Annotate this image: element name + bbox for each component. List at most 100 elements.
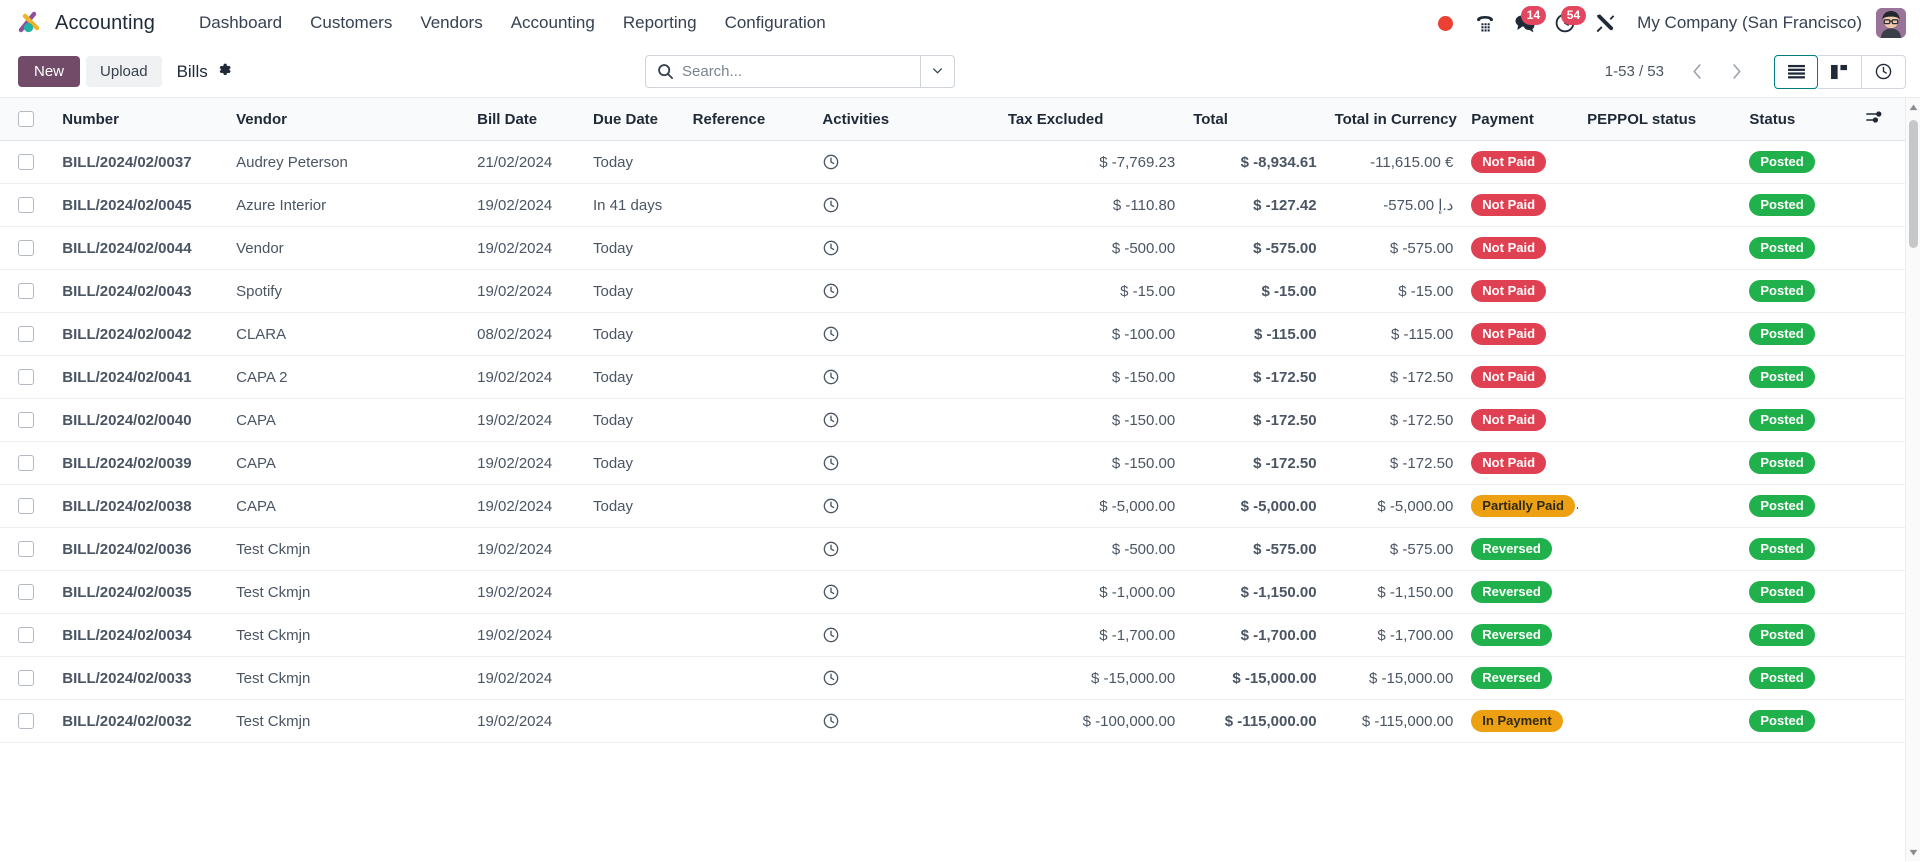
row-select-cell[interactable]: [0, 226, 54, 270]
row-checkbox[interactable]: [18, 713, 34, 729]
cell-activities[interactable]: [813, 269, 999, 313]
column-header-vendor[interactable]: Vendor: [227, 98, 469, 141]
row-checkbox[interactable]: [18, 455, 34, 471]
gear-icon[interactable]: [217, 62, 232, 82]
upload-button[interactable]: Upload: [86, 56, 162, 87]
activity-clock-icon[interactable]: [822, 282, 989, 300]
row-select-cell[interactable]: [0, 527, 54, 571]
activity-clock-icon[interactable]: [822, 583, 989, 601]
scrollbar-thumb[interactable]: [1909, 120, 1918, 248]
activities-icon[interactable]: 54: [1545, 4, 1587, 42]
column-header-number[interactable]: Number: [53, 98, 228, 141]
menu-item-customers[interactable]: Customers: [296, 7, 406, 39]
new-button[interactable]: New: [18, 56, 81, 87]
row-select-cell[interactable]: [0, 269, 54, 313]
activity-clock-icon[interactable]: [822, 454, 989, 472]
table-row[interactable]: BILL/2024/02/0033 Test Ckmjn 19/02/2024 $ -…: [0, 656, 1912, 700]
column-header-activities[interactable]: Activities: [813, 98, 999, 141]
row-select-cell[interactable]: [0, 613, 54, 657]
column-header-reference[interactable]: Reference: [683, 98, 814, 141]
table-row[interactable]: BILL/2024/02/0045 Azure Interior 19/02/202…: [0, 183, 1912, 227]
activity-clock-icon[interactable]: [822, 325, 989, 343]
menu-item-reporting[interactable]: Reporting: [609, 7, 711, 39]
table-row[interactable]: BILL/2024/02/0043 Spotify 19/02/2024 Today $…: [0, 269, 1912, 313]
column-header-bill-date[interactable]: Bill Date: [468, 98, 584, 141]
activity-clock-icon[interactable]: [822, 497, 989, 515]
menu-item-dashboard[interactable]: Dashboard: [185, 7, 296, 39]
row-select-cell[interactable]: [0, 484, 54, 528]
table-row[interactable]: BILL/2024/02/0039 CAPA 19/02/2024 Today $ -1…: [0, 441, 1912, 485]
row-checkbox[interactable]: [18, 670, 34, 686]
search-input[interactable]: [682, 56, 920, 87]
cell-activities[interactable]: [813, 527, 999, 571]
cell-activities[interactable]: [813, 441, 999, 485]
row-checkbox[interactable]: [18, 197, 34, 213]
column-header-status[interactable]: Status: [1740, 98, 1857, 141]
column-header-total[interactable]: Total: [1184, 98, 1326, 141]
table-row[interactable]: BILL/2024/02/0042 CLARA 08/02/2024 Today $ -…: [0, 312, 1912, 356]
view-toggle-activity[interactable]: [1862, 54, 1906, 89]
row-checkbox[interactable]: [18, 498, 34, 514]
vertical-scrollbar[interactable]: [1905, 98, 1920, 861]
cell-activities[interactable]: [813, 312, 999, 356]
table-row[interactable]: BILL/2024/02/0036 Test Ckmjn 19/02/2024 $ -…: [0, 527, 1912, 571]
activity-clock-icon[interactable]: [822, 239, 989, 257]
menu-item-configuration[interactable]: Configuration: [711, 7, 840, 39]
row-select-cell[interactable]: [0, 398, 54, 442]
activity-clock-icon[interactable]: [822, 368, 989, 386]
row-select-cell[interactable]: [0, 140, 54, 184]
cell-activities[interactable]: [813, 183, 999, 227]
wrench-screwdriver-icon[interactable]: [1585, 4, 1625, 42]
select-all-header[interactable]: [0, 98, 54, 141]
view-toggle-kanban[interactable]: [1818, 54, 1862, 89]
cell-activities[interactable]: [813, 398, 999, 442]
column-header-tax-excluded[interactable]: Tax Excluded: [998, 98, 1185, 141]
cell-activities[interactable]: [813, 226, 999, 270]
row-checkbox[interactable]: [18, 154, 34, 170]
row-checkbox[interactable]: [18, 541, 34, 557]
row-select-cell[interactable]: [0, 656, 54, 700]
row-select-cell[interactable]: [0, 183, 54, 227]
activity-clock-icon[interactable]: [822, 196, 989, 214]
search-dropdown-toggle[interactable]: [920, 56, 954, 87]
row-checkbox[interactable]: [18, 412, 34, 428]
cell-activities[interactable]: [813, 656, 999, 700]
table-row[interactable]: BILL/2024/02/0038 CAPA 19/02/2024 Today $ -5…: [0, 484, 1912, 528]
row-checkbox[interactable]: [18, 283, 34, 299]
view-toggle-list[interactable]: [1774, 54, 1818, 89]
row-select-cell[interactable]: [0, 570, 54, 614]
cell-activities[interactable]: [813, 570, 999, 614]
row-checkbox[interactable]: [18, 627, 34, 643]
cell-activities[interactable]: [813, 355, 999, 399]
company-switcher[interactable]: My Company (San Francisco): [1625, 13, 1872, 33]
menu-item-accounting[interactable]: Accounting: [497, 7, 609, 39]
table-row[interactable]: BILL/2024/02/0035 Test Ckmjn 19/02/2024 $ -…: [0, 570, 1912, 614]
table-row[interactable]: BILL/2024/02/0040 CAPA 19/02/2024 Today $ -1…: [0, 398, 1912, 442]
pager-previous-button[interactable]: [1678, 55, 1717, 88]
cell-activities[interactable]: [813, 484, 999, 528]
pager-next-button[interactable]: [1717, 55, 1756, 88]
cell-activities[interactable]: [813, 140, 999, 184]
row-select-cell[interactable]: [0, 312, 54, 356]
table-row[interactable]: BILL/2024/02/0032 Test Ckmjn 19/02/2024 $ -…: [0, 699, 1912, 743]
row-select-cell[interactable]: [0, 441, 54, 485]
cell-activities[interactable]: [813, 613, 999, 657]
activity-clock-icon[interactable]: [822, 540, 989, 558]
column-header-due-date[interactable]: Due Date: [584, 98, 684, 141]
scroll-down-icon[interactable]: [1906, 845, 1920, 859]
phone-dialpad-icon[interactable]: [1465, 4, 1505, 42]
column-header-payment[interactable]: Payment: [1462, 98, 1579, 141]
app-brand[interactable]: Accounting: [18, 10, 155, 36]
select-all-checkbox[interactable]: [18, 111, 34, 127]
column-header-total-in-currency[interactable]: Total in Currency: [1325, 98, 1463, 141]
row-select-cell[interactable]: [0, 355, 54, 399]
activity-clock-icon[interactable]: [822, 669, 989, 687]
table-row[interactable]: BILL/2024/02/0037 Audrey Peterson 21/02/20…: [0, 140, 1912, 184]
recording-indicator-icon[interactable]: [1425, 4, 1465, 42]
table-row[interactable]: BILL/2024/02/0041 CAPA 2 19/02/2024 Today $ …: [0, 355, 1912, 399]
row-checkbox[interactable]: [18, 326, 34, 342]
optional-columns-dropdown[interactable]: [1856, 98, 1912, 141]
scroll-up-icon[interactable]: [1906, 100, 1920, 114]
activity-clock-icon[interactable]: [822, 411, 989, 429]
table-row[interactable]: BILL/2024/02/0034 Test Ckmjn 19/02/2024 $ -…: [0, 613, 1912, 657]
